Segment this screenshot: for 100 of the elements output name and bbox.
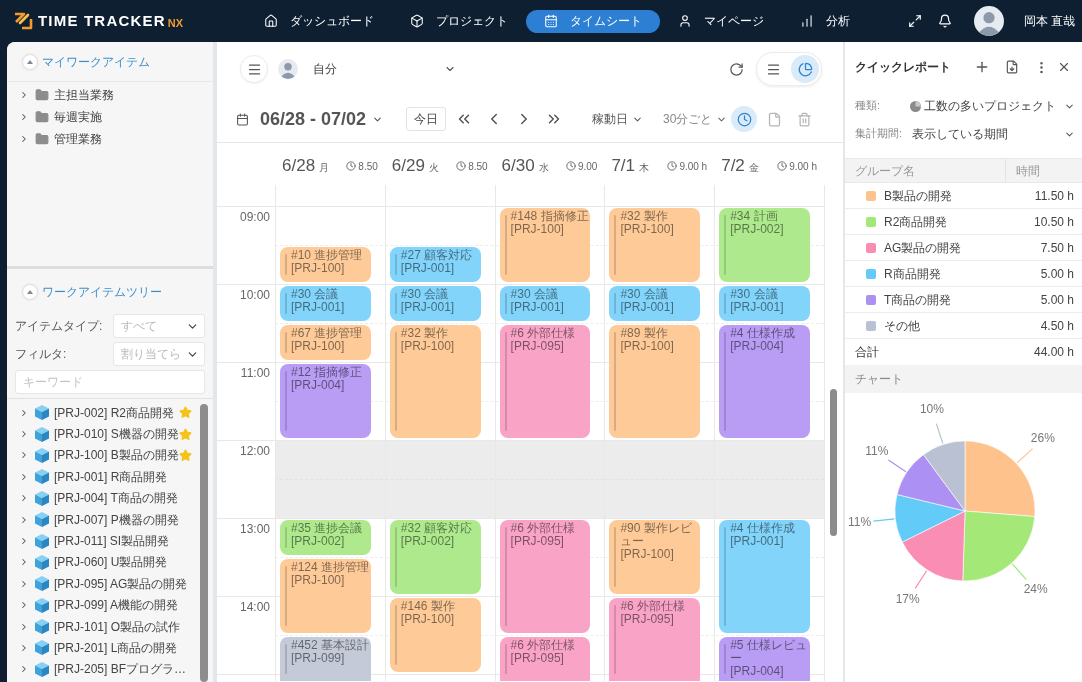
- filter-select[interactable]: 割り当てら: [113, 342, 205, 366]
- event-card[interactable]: #6 外部仕様 [PRJ-095]: [609, 598, 701, 681]
- view-button[interactable]: [791, 55, 819, 83]
- event-title: #6 外部仕様: [510, 522, 577, 535]
- event-card[interactable]: #32 顧客対応 [PRJ-002]: [389, 520, 481, 594]
- section-title: チャート: [855, 371, 903, 388]
- event-title: #35 進捗会議: [291, 522, 364, 535]
- nav-tab[interactable]: タイムシート: [526, 9, 660, 33]
- workday-dropdown[interactable]: 稼動日: [592, 110, 644, 128]
- folder-icon: [35, 132, 49, 146]
- time-label: 10:00: [239, 288, 270, 302]
- event-project: [PRJ-001]: [730, 535, 785, 548]
- tree-item[interactable]: [PRJ-001] R商品開発: [7, 466, 200, 488]
- folder-icon: [35, 110, 49, 124]
- close-icon[interactable]: [1057, 60, 1071, 74]
- tree-item[interactable]: [PRJ-002] R2商品開発: [7, 402, 200, 424]
- cube-icon: [35, 640, 49, 656]
- clock-button[interactable]: [731, 106, 758, 132]
- collapse-button[interactable]: [23, 284, 37, 299]
- scrollbar[interactable]: [830, 389, 837, 536]
- collapse-button[interactable]: [23, 54, 37, 69]
- event-card[interactable]: #4 仕様作成 [PRJ-004]: [719, 325, 810, 438]
- tree-item[interactable]: 毎週実施: [7, 106, 213, 128]
- event-card[interactable]: #146 製作 [PRJ-100]: [389, 598, 481, 672]
- event-card[interactable]: #90 製作レビュー [PRJ-100]: [609, 520, 701, 594]
- event-card[interactable]: #124 進捗管理 [PRJ-100]: [280, 559, 371, 633]
- period-select[interactable]: 表示している期間: [912, 122, 1082, 146]
- date-range-dropdown[interactable]: 06/28 - 07/02: [260, 105, 384, 133]
- tree-item[interactable]: 主担当業務: [7, 84, 213, 106]
- scrollbar[interactable]: [200, 404, 208, 682]
- hours-value: 5.00 h: [1040, 291, 1074, 309]
- today-button[interactable]: 今日: [406, 107, 447, 131]
- tree-item[interactable]: [PRJ-007] P機器の開発: [7, 508, 200, 531]
- clock-icon: [667, 161, 678, 171]
- event-card[interactable]: #30 会議 [PRJ-001]: [609, 286, 701, 321]
- nav-tab[interactable]: マイページ: [660, 9, 782, 33]
- day-hours: 9.00: [577, 159, 598, 174]
- document-icon: [766, 111, 782, 127]
- event-card[interactable]: #32 製作 [PRJ-100]: [609, 208, 701, 282]
- event-card[interactable]: #6 外部仕様 [PRJ-095]: [499, 520, 591, 633]
- event-card[interactable]: #452 基本設計 [PRJ-099]: [280, 637, 371, 681]
- event-card[interactable]: #89 製作 [PRJ-100]: [609, 325, 701, 438]
- cube-icon: [35, 619, 49, 635]
- tree-item[interactable]: [PRJ-095] AG製品の開発: [7, 573, 200, 595]
- event-card[interactable]: #30 会議 [PRJ-001]: [719, 286, 810, 321]
- event-card[interactable]: #6 外部仕様 [PRJ-095]: [499, 325, 591, 438]
- event-title: #32 製作: [620, 210, 669, 223]
- interval-dropdown[interactable]: 30分ごと: [663, 110, 728, 128]
- report-type-select[interactable]: 工数の多いプロジェクト: [910, 94, 1082, 118]
- day-hours: 9.00 h: [679, 159, 708, 174]
- event-card[interactable]: #67 進捗管理 [PRJ-100]: [280, 325, 371, 360]
- event-card[interactable]: #5 仕様レビュー [PRJ-004]: [719, 637, 810, 681]
- event-card[interactable]: #34 計画 [PRJ-002]: [719, 208, 810, 282]
- expand-icon[interactable]: [907, 14, 922, 28]
- tree-item[interactable]: 管理業務: [7, 128, 213, 150]
- cube-icon: [35, 554, 49, 570]
- day-date: 6/30: [501, 155, 535, 178]
- event-project: [PRJ-095]: [510, 535, 565, 548]
- file-download-icon[interactable]: [1005, 60, 1019, 74]
- nav-tab[interactable]: プロジェクト: [392, 9, 526, 33]
- event-card[interactable]: #148 指摘修正 [PRJ-100]: [499, 208, 591, 282]
- member-select[interactable]: 自分: [305, 55, 465, 83]
- tree-item[interactable]: [PRJ-201] L商品の開発: [7, 637, 200, 659]
- tree-item[interactable]: [PRJ-099] A機能の開発: [7, 594, 200, 616]
- event-card[interactable]: #4 仕様作成 [PRJ-001]: [719, 520, 810, 633]
- event-card[interactable]: #30 会議 [PRJ-001]: [499, 286, 591, 321]
- event-card[interactable]: #6 外部仕様 [PRJ-095]: [499, 637, 591, 681]
- event-project: [PRJ-099]: [291, 652, 346, 665]
- tree-item[interactable]: [PRJ-004] T商品の開発: [7, 487, 200, 509]
- nav-tab[interactable]: ダッシュボード: [246, 9, 392, 33]
- event-card[interactable]: #30 会議 [PRJ-001]: [389, 286, 481, 321]
- weekday-label: 水: [538, 161, 549, 176]
- event-project: [PRJ-001]: [510, 301, 565, 314]
- event-card[interactable]: #30 会議 [PRJ-001]: [280, 286, 371, 321]
- tree-item[interactable]: [PRJ-060] U製品開発: [7, 551, 200, 574]
- tree-item[interactable]: [PRJ-101] O製品の試作: [7, 615, 200, 638]
- tree-item[interactable]: [PRJ-011] SI製品開発: [7, 530, 200, 552]
- plus-icon[interactable]: [974, 59, 990, 75]
- event-title: #12 指摘修正: [291, 366, 364, 379]
- bell-icon[interactable]: [937, 14, 952, 28]
- percent-label: 11%: [865, 444, 889, 459]
- menu-button[interactable]: [240, 55, 268, 83]
- event-project: [PRJ-100]: [620, 548, 675, 561]
- event-card[interactable]: #32 製作 [PRJ-100]: [389, 325, 481, 438]
- event-card[interactable]: #27 顧客対応 [PRJ-001]: [389, 247, 481, 282]
- column-header: グループ名: [854, 162, 916, 180]
- filter-label: アイテムタイプ:: [15, 318, 104, 335]
- event-project: [PRJ-100]: [291, 340, 346, 353]
- tree-item[interactable]: [PRJ-010] S機器の開発: [7, 423, 200, 445]
- event-card[interactable]: #12 指摘修正 [PRJ-004]: [280, 364, 371, 438]
- nav-tab[interactable]: 分析: [782, 9, 868, 33]
- tree-item[interactable]: [PRJ-100] B製品の開発: [7, 444, 200, 467]
- event-card[interactable]: #10 進捗管理 [PRJ-100]: [280, 247, 371, 282]
- tree-item[interactable]: [PRJ-205] BFプログラ…: [7, 658, 200, 681]
- refresh-icon[interactable]: [729, 61, 744, 77]
- hours-value: 10.50 h: [1033, 213, 1074, 231]
- event-title: #30 会議: [510, 288, 559, 301]
- event-card[interactable]: #35 進捗会議 [PRJ-002]: [280, 520, 371, 555]
- hours-value: 4.50 h: [1040, 317, 1074, 335]
- filter-select[interactable]: すべて: [113, 314, 205, 338]
